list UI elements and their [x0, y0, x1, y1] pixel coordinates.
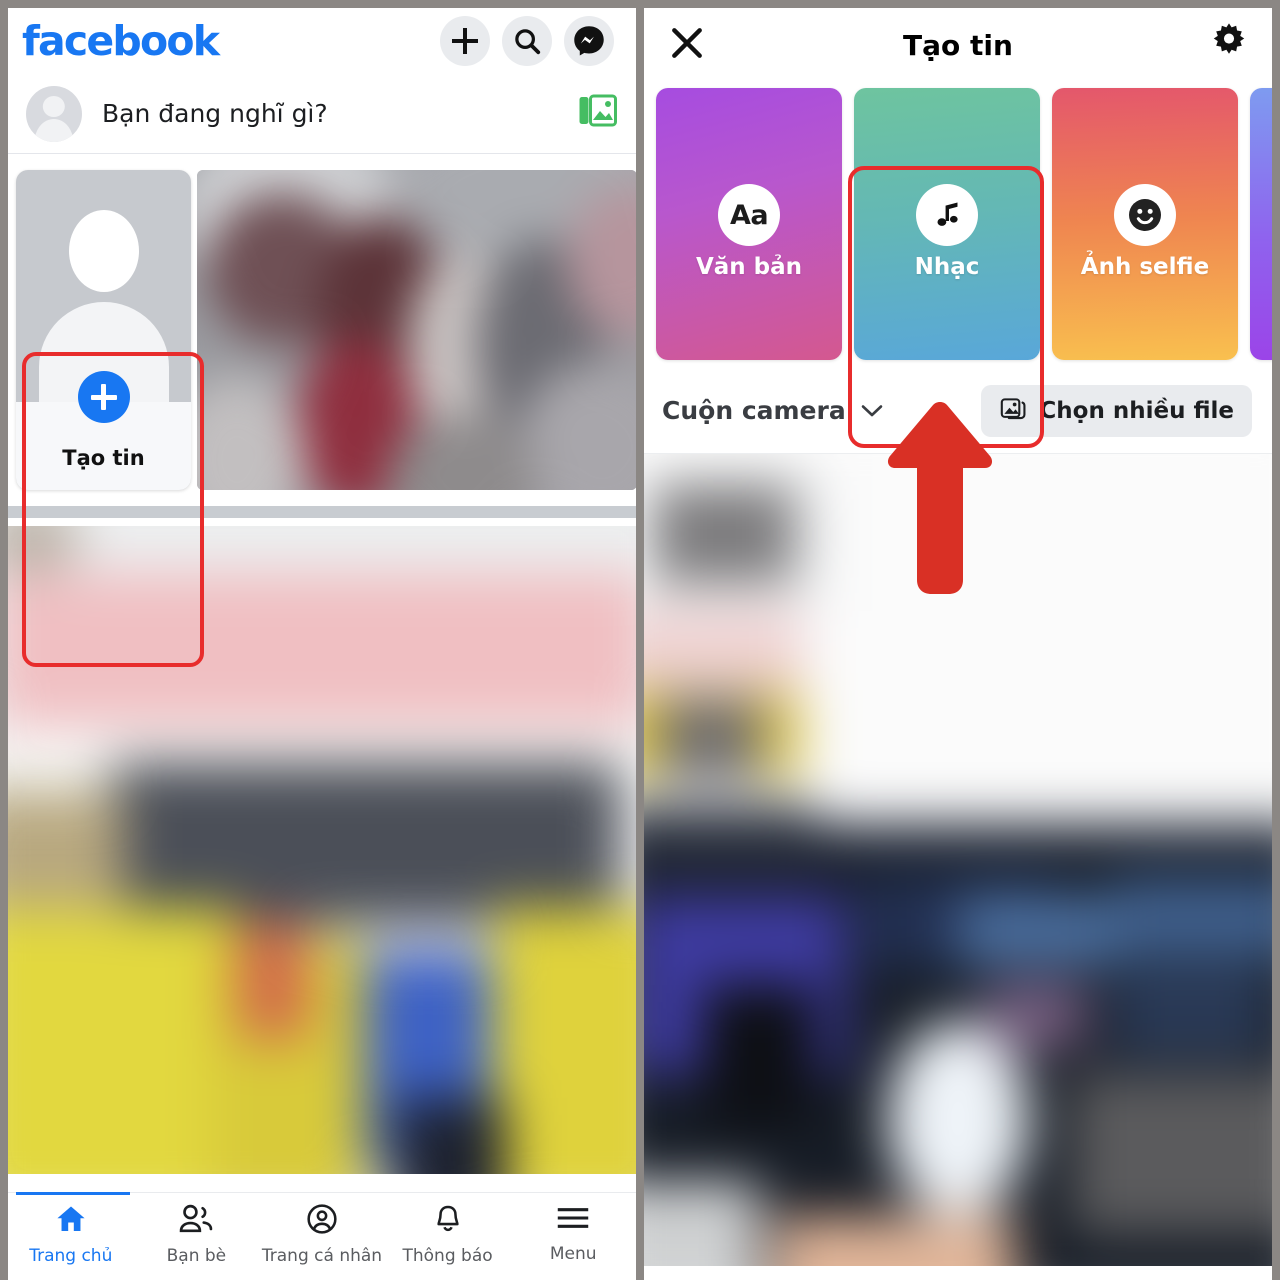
active-tab-indicator: [16, 1192, 130, 1195]
smiley-face-icon: [1114, 184, 1176, 246]
sidebar-item-notifications[interactable]: Thông báo: [385, 1203, 511, 1266]
photo-library-icon[interactable]: [578, 92, 618, 135]
messenger-icon[interactable]: [564, 16, 614, 66]
blurred-photo: [197, 170, 636, 490]
spacer-white-top: [8, 154, 636, 162]
hamburger-menu-icon: [555, 1203, 591, 1238]
story-option-selfie[interactable]: Ảnh selfie: [1052, 88, 1238, 360]
text-aa-icon: Aa: [718, 184, 780, 246]
chevron-down-icon: [860, 396, 884, 425]
story-option-label: Văn bản: [695, 254, 803, 280]
feed-post[interactable]: [8, 526, 636, 1174]
sidebar-item-menu[interactable]: Menu: [510, 1203, 636, 1264]
story-option-music[interactable]: Nhạc: [854, 88, 1040, 360]
multi-select-button[interactable]: Chọn nhiều file: [981, 384, 1252, 437]
avatar-silhouette: [16, 170, 191, 402]
sidebar-item-label: Bạn bè: [166, 1246, 227, 1266]
bottom-navigation: Trang chủ Bạn bè Trang cá nhân Thông báo…: [8, 1192, 636, 1280]
sidebar-item-home[interactable]: Trang chủ: [8, 1203, 134, 1266]
music-note-icon: [916, 184, 978, 246]
header-actions: [440, 16, 614, 66]
screenshot-root: facebook Bạn đang nghĩ gì? Tạo tin Trang…: [0, 0, 1280, 1280]
close-icon[interactable]: [668, 24, 706, 67]
screen-header: Tạo tin: [644, 8, 1272, 82]
spacer-white-bottom: [8, 498, 636, 506]
facebook-feed-screen: facebook Bạn đang nghĩ gì? Tạo tin Trang…: [8, 8, 636, 1280]
sidebar-item-friends[interactable]: Bạn bè: [134, 1203, 260, 1266]
sidebar-item-profile[interactable]: Trang cá nhân: [259, 1203, 385, 1266]
plus-bar-vertical: [101, 384, 106, 410]
multi-select-label: Chọn nhiều file: [1039, 397, 1234, 424]
home-icon: [54, 1203, 88, 1240]
app-header: facebook: [8, 8, 636, 74]
silhouette-head-icon: [68, 210, 139, 292]
aa-glyph: Aa: [729, 199, 769, 231]
blurred-post-photo: [8, 526, 636, 1174]
create-story-label: Tạo tin: [62, 446, 145, 470]
friends-icon: [178, 1203, 214, 1240]
profile-icon: [305, 1203, 339, 1240]
facebook-logo[interactable]: facebook: [22, 20, 220, 62]
section-divider: [8, 506, 636, 518]
pointer-arrow-up: [887, 402, 993, 594]
plus-icon[interactable]: [77, 371, 130, 423]
photo-stack-icon: [999, 394, 1027, 428]
search-icon[interactable]: [502, 16, 552, 66]
composer-placeholder[interactable]: Bạn đang nghĩ gì?: [102, 99, 328, 128]
camera-roll-label: Cuộn camera: [662, 396, 846, 425]
friend-story-thumbnail[interactable]: [197, 170, 636, 490]
story-option-row: Aa Văn bản Nhạc Ảnh selfie: [644, 82, 1272, 448]
sidebar-item-label: Trang cá nhân: [261, 1246, 383, 1266]
camera-roll-selector[interactable]: Cuộn camera: [662, 396, 884, 425]
story-tray: Tạo tin: [8, 162, 636, 667]
user-avatar[interactable]: [26, 85, 82, 142]
page-title: Tạo tin: [903, 28, 1013, 62]
spacer-white-feed: [8, 518, 636, 526]
bell-icon: [432, 1203, 464, 1240]
sidebar-item-label: Menu: [549, 1244, 597, 1264]
create-story-card[interactable]: Tạo tin: [16, 170, 191, 490]
story-option-text[interactable]: Aa Văn bản: [656, 88, 842, 360]
post-composer[interactable]: Bạn đang nghĩ gì?: [8, 74, 636, 154]
plus-glyph-icon: [452, 28, 478, 54]
story-option-label: Ảnh selfie: [1080, 254, 1210, 280]
story-option-label: Nhạc: [914, 254, 980, 280]
sidebar-item-label: Trang chủ: [29, 1246, 113, 1266]
plus-icon[interactable]: [440, 16, 490, 66]
gear-icon[interactable]: [1208, 20, 1250, 67]
create-story-screen: Tạo tin Aa Văn bản Nhạc Ảnh selfie Cuộn …: [644, 8, 1272, 1280]
sidebar-item-label: Thông báo: [402, 1246, 493, 1266]
story-option-next-partial[interactable]: [1250, 88, 1272, 360]
